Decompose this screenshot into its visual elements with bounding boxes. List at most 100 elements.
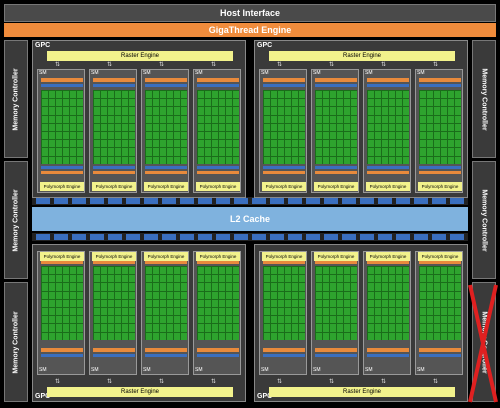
memory-controller-right-top: Memory Controller xyxy=(472,40,496,158)
sm-blue-strip xyxy=(315,166,357,169)
polymorph-engine: Polymorph Engine xyxy=(418,182,462,191)
sm-core-gridline xyxy=(298,266,299,340)
sm-core-gridline xyxy=(381,90,382,164)
interconnect-segment xyxy=(234,234,248,240)
sm-register-file xyxy=(263,348,305,352)
sm-core-gridline xyxy=(447,266,448,340)
interconnect-segment xyxy=(162,198,176,204)
gpc: GPC Raster Engine ⇅ ⇅ ⇅ ⇅ SM Polymorph Engine SM… xyxy=(254,40,468,198)
sm-register-file xyxy=(197,171,239,174)
interconnect-segment xyxy=(180,234,194,240)
sm-blue-strip xyxy=(93,166,135,169)
interconnect-segment xyxy=(108,198,122,204)
sm-register-file xyxy=(419,261,461,264)
interconnect-segment xyxy=(450,234,464,240)
sm-core-gridline xyxy=(159,266,160,340)
sm-blue-strip xyxy=(41,354,83,357)
sm-core-grid xyxy=(41,266,83,340)
sm-core-grid xyxy=(315,266,357,340)
memory-controller-label: Memory Controller xyxy=(12,188,20,252)
sm-core-grid xyxy=(367,90,409,164)
polymorph-engine: Polymorph Engine xyxy=(196,182,240,191)
sm-core-gridline xyxy=(419,266,420,340)
polymorph-engine: Polymorph Engine xyxy=(314,252,358,261)
sm-core-gridline xyxy=(440,266,441,340)
interconnect-segment xyxy=(72,198,86,204)
sm-register-file xyxy=(367,78,409,82)
sm-register-file xyxy=(367,171,409,174)
sm-blue-strip xyxy=(41,84,83,87)
interconnect-segment xyxy=(360,234,374,240)
sm-core-gridline xyxy=(343,266,344,340)
interconnect-segment xyxy=(216,198,230,204)
sm-core-gridline xyxy=(107,90,108,164)
sm-label: SM xyxy=(365,367,373,373)
polymorph-engine: Polymorph Engine xyxy=(366,182,410,191)
sm-register-file xyxy=(419,171,461,174)
sm-core-grid xyxy=(145,90,187,164)
interconnect-segment xyxy=(306,234,320,240)
sm-core-gridline xyxy=(166,266,167,340)
sm-core-gridline xyxy=(107,266,108,340)
sm-core-gridline xyxy=(388,90,389,164)
sm-core-grid xyxy=(145,266,187,340)
sm-core-gridline xyxy=(218,90,219,164)
sm-blue-strip xyxy=(145,166,187,169)
gpc: GPC Raster Engine ⇅ ⇅ ⇅ ⇅ SM Polymorph Engine SM… xyxy=(254,244,468,402)
sm-register-file xyxy=(41,261,83,264)
sm-core-gridline xyxy=(121,90,122,164)
polymorph-engine: Polymorph Engine xyxy=(144,182,188,191)
polymorph-engine: Polymorph Engine xyxy=(418,252,462,261)
l2-cache-bar: L2 Cache xyxy=(32,207,468,231)
sm-core-gridline xyxy=(204,266,205,340)
sm-core-gridline xyxy=(322,90,323,164)
interconnect-segment xyxy=(36,198,50,204)
sm-core-grid xyxy=(93,90,135,164)
sm-core-gridline xyxy=(225,266,226,340)
sm-register-file xyxy=(41,348,83,352)
sm: SM Polymorph Engine xyxy=(141,251,189,375)
interconnect-segment xyxy=(450,198,464,204)
sm-register-file xyxy=(145,348,187,352)
sm-label: SM xyxy=(417,70,425,76)
sm-register-file xyxy=(93,348,135,352)
sm-core-gridline xyxy=(315,90,316,164)
sm-register-file xyxy=(315,348,357,352)
sm-blue-strip xyxy=(263,354,305,357)
raster-engine: Raster Engine xyxy=(47,387,233,397)
sm-register-file xyxy=(93,261,135,264)
interconnect-segment xyxy=(360,198,374,204)
sm: SM Polymorph Engine xyxy=(259,69,307,193)
arrow-icon: ⇅ xyxy=(55,378,61,385)
sm-register-file xyxy=(41,78,83,82)
sm-label: SM xyxy=(91,70,99,76)
memory-controller-right-middle: Memory Controller xyxy=(472,161,496,279)
interconnect-segment xyxy=(288,234,302,240)
sm-core-gridline xyxy=(218,266,219,340)
sm-core-gridline xyxy=(433,90,434,164)
sm-core-gridline xyxy=(440,90,441,164)
polymorph-engine: Polymorph Engine xyxy=(314,182,358,191)
memory-controller-label: Memory Controller xyxy=(480,310,488,374)
interconnect-segment xyxy=(144,198,158,204)
sm: SM Polymorph Engine xyxy=(311,251,359,375)
gpu-architecture-diagram: Host Interface GigaThread Engine Memory … xyxy=(0,0,500,408)
sm-core-gridline xyxy=(152,90,153,164)
gpc-label: GPC xyxy=(35,42,51,49)
interconnect-segment xyxy=(342,198,356,204)
sm-label: SM xyxy=(261,367,269,373)
sm-core-gridline xyxy=(433,266,434,340)
sm-register-file xyxy=(315,78,357,82)
interconnect-segment xyxy=(144,234,158,240)
sm-core-grid xyxy=(315,90,357,164)
sm: SM Polymorph Engine xyxy=(259,251,307,375)
sm-core-gridline xyxy=(426,266,427,340)
sm-register-file xyxy=(263,171,305,174)
sm-core-gridline xyxy=(100,90,101,164)
arrow-icon: ⇅ xyxy=(277,378,283,385)
sm-core-gridline xyxy=(197,266,198,340)
sm-core-gridline xyxy=(145,90,146,164)
l2-cache-label: L2 Cache xyxy=(229,214,271,224)
interconnect-segment xyxy=(378,198,392,204)
sm-label: SM xyxy=(313,367,321,373)
